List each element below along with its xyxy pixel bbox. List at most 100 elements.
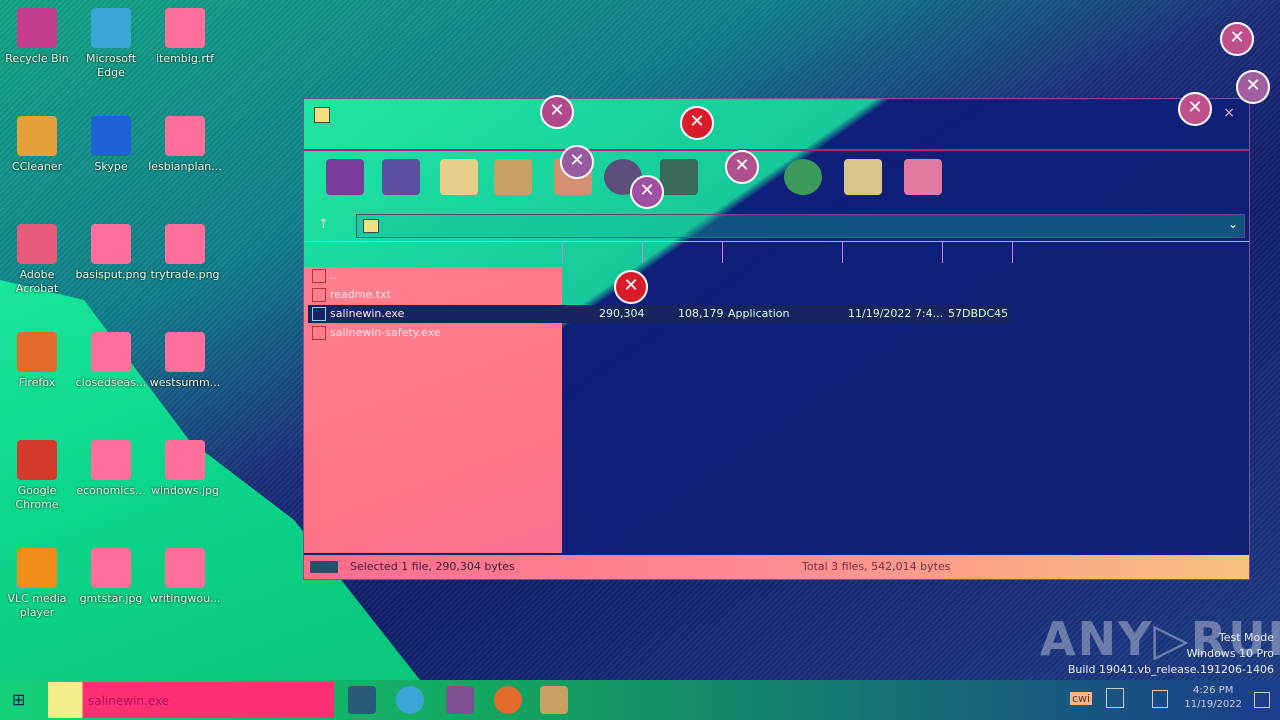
desktop-icon[interactable]: lesbianplan... [148,116,222,174]
search-text: salinewin.exe [88,694,170,708]
desktop-icon-label: lesbianplan... [148,160,222,173]
desktop-icon[interactable]: windows.jpg [148,440,222,498]
column-separator[interactable] [942,241,943,263]
clock[interactable]: 4:26 PM 11/19/2022 [1184,684,1242,712]
column-headers [304,241,1249,268]
title-bar[interactable]: × [304,99,1249,147]
desktop-icon[interactable]: basisput.png [74,224,148,282]
desktop-icon-label: Microsoft Edge [85,52,137,79]
column-separator[interactable] [842,241,843,263]
file-modified: 11/19/2022 7:4... [848,307,944,320]
desktop-icon[interactable]: economics... [74,440,148,498]
exe-file-icon [312,326,326,340]
desktop-icon-label: itembig.rtf [155,52,215,65]
bug-icon[interactable] [784,159,822,195]
toolbar [304,149,1249,211]
desktop-icon-label: CCleaner [11,160,63,173]
desktop-icon[interactable]: closedseas... [74,332,148,390]
archiver-window: × ↑ ⌄ .. readme.txt salinewin.exe 290,30… [303,98,1250,580]
desktop-icon[interactable]: westsumm... [148,332,222,390]
firefox-icon[interactable] [494,686,522,714]
column-separator[interactable] [642,241,643,263]
address-bar[interactable]: ⌄ [356,214,1245,238]
file-icon [17,548,57,588]
desktop-icon-label: economics... [76,484,146,497]
desktop-icon[interactable]: VLC media player [0,548,74,620]
notification-icon[interactable] [1254,692,1270,708]
desktop-icon[interactable]: CCleaner [0,116,74,174]
desktop-icon[interactable]: gmtstar.jpg [74,548,148,606]
status-selection: Selected 1 file, 290,304 bytes [350,560,515,573]
error-icon: ✕ [630,175,664,209]
task-view-icon[interactable] [348,686,376,714]
file-icon [91,332,131,372]
column-separator[interactable] [562,241,563,263]
column-separator[interactable] [1012,241,1013,263]
error-icon: ✕ [1236,70,1270,104]
desktop-icon[interactable]: Google Chrome [0,440,74,512]
windows-watermark: Test Mode Windows 10 Pro Build 19041.vb_… [1067,631,1274,676]
book-icon[interactable] [494,159,532,195]
edge-icon[interactable] [396,686,424,714]
archiver-taskbar-icon[interactable] [540,686,568,714]
file-icon [91,440,131,480]
start-button[interactable]: ⊞ [12,690,34,710]
file-row-parent[interactable]: .. [312,267,337,285]
file-icon [17,224,57,264]
desktop-icon[interactable]: Adobe Acrobat [0,224,74,296]
file-packed-size: 108,179 [678,307,724,320]
file-row-salinewin[interactable]: salinewin.exe 290,304 108,179 Applicatio… [312,305,1012,323]
box-icon[interactable] [904,159,942,195]
desktop-icon[interactable]: Microsoft Edge [74,8,148,80]
text-file-icon [312,288,326,302]
error-icon: ✕ [1178,92,1212,126]
chevron-down-icon[interactable]: ⌄ [1228,217,1238,231]
taskbar-search[interactable]: salinewin.exe [48,682,334,718]
desktop-icon[interactable]: Recycle Bin [0,8,74,66]
file-icon [165,116,205,156]
close-button[interactable]: × [1223,105,1235,121]
file-icon [165,332,205,372]
wand-icon[interactable] [660,159,698,195]
file-type: Application [728,307,790,320]
app-icon [314,107,330,123]
error-icon: ✕ [614,270,648,304]
desktop-icon-label: VLC media player [7,592,67,619]
file-row-readme[interactable]: readme.txt [312,286,391,304]
error-icon: ✕ [540,95,574,129]
folder-up-icon [312,269,326,283]
desktop-icon-label: Recycle Bin [5,52,69,65]
note-icon[interactable] [844,159,882,195]
volume-icon[interactable] [1152,690,1168,708]
file-icon [165,440,205,480]
exe-file-icon [312,307,326,321]
file-icon [91,8,131,48]
checklist-icon[interactable] [440,159,478,195]
file-icon [91,548,131,588]
folder-icon[interactable] [382,159,420,195]
file-row-salinewin-safety[interactable]: salinewin-safety.exe [312,324,441,342]
file-crc: 57DBDC45 [948,307,1009,320]
desktop-icon-label: writingwou... [149,592,221,605]
file-explorer-icon[interactable] [446,686,474,714]
desktop-icon[interactable]: Skype [74,116,148,174]
desktop-icon[interactable]: trytrade.png [148,224,222,282]
file-icon [91,116,131,156]
desktop-icon[interactable]: writingwou... [148,548,222,606]
desktop-icon[interactable]: itembig.rtf [148,8,222,66]
tray-label[interactable]: cwi [1070,692,1093,705]
taskbar: ⊞ salinewin.exe cwi 4:26 PM 11/19/2022 [0,680,1280,720]
up-folder-button[interactable]: ↑ [318,217,329,232]
error-icon: ✕ [1220,22,1254,56]
column-separator[interactable] [722,241,723,263]
desktop-icon-label: Firefox [18,376,56,389]
wrench-icon[interactable] [326,159,364,195]
file-icon [165,224,205,264]
file-icon [17,440,57,480]
status-bar: Selected 1 file, 290,304 bytes Total 3 f… [304,555,1249,579]
network-icon[interactable] [1106,688,1124,708]
address-icon [363,219,379,233]
desktop-icon-label: trytrade.png [150,268,220,281]
desktop-icon[interactable]: Firefox [0,332,74,390]
desktop-icon-label: Google Chrome [15,484,59,511]
